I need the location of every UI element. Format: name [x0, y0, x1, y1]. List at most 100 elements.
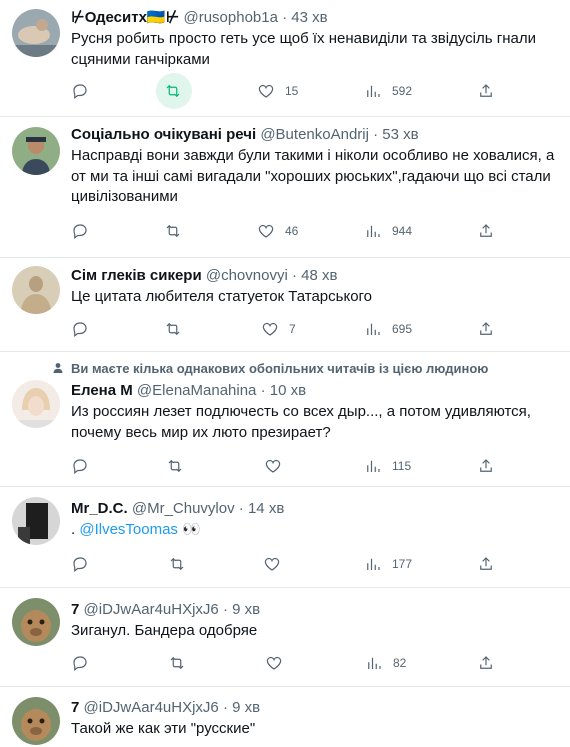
user-handle[interactable]: @iDJwAar4uHXjxJ6: [84, 601, 219, 618]
views-button[interactable]: 944: [364, 221, 412, 241]
user-handle[interactable]: @rusophob1a: [183, 9, 277, 26]
views-button[interactable]: 592: [364, 81, 412, 101]
tweet-feed: ⊬Одеситх🇺🇦⊬ @rusophob1a · 43 хв Русня ро…: [0, 0, 570, 747]
user-handle[interactable]: @Mr_Chuvylov: [132, 500, 235, 517]
tweet-text: . @IlvesToomas 👀: [71, 520, 560, 541]
heart-icon: [264, 557, 280, 571]
views-icon: [367, 85, 380, 97]
social-context-text: Ви маєте кілька однакових обопільних чит…: [71, 361, 489, 376]
view-count: 177: [392, 557, 413, 571]
share-button[interactable]: [477, 554, 495, 574]
display-name[interactable]: Сім глеків сикери: [71, 267, 202, 284]
mention-link[interactable]: @IlvesToomas: [79, 521, 178, 538]
separator-dot: ·: [282, 9, 288, 26]
heart-icon: [262, 322, 278, 336]
person-icon: [53, 363, 63, 373]
timestamp[interactable]: 53 хв: [382, 126, 418, 143]
avatar[interactable]: [12, 497, 60, 545]
user-handle[interactable]: @chovnovyi: [206, 267, 288, 284]
views-button[interactable]: 115: [364, 456, 411, 476]
reply-button[interactable]: [71, 554, 89, 574]
tweet[interactable]: Соціально очікувані речі @ButenkoAndrij …: [0, 117, 570, 258]
tweet-text: Такой же как эти "русские": [71, 720, 256, 737]
timestamp[interactable]: 10 хв: [270, 382, 306, 399]
tweet-text: Из россиян лезет подлючесть со всех дыр.…: [71, 403, 531, 441]
separator-dot: ·: [291, 267, 297, 284]
views-icon: [368, 657, 381, 669]
share-icon: [480, 557, 492, 570]
tweet-header: Елена М @ElenaManahina · 10 хв: [71, 381, 560, 401]
timestamp[interactable]: 9 хв: [232, 699, 260, 716]
reply-button[interactable]: [71, 81, 89, 101]
timestamp[interactable]: 14 хв: [248, 500, 284, 517]
retweet-button[interactable]: [168, 653, 186, 673]
tweet[interactable]: ⊬Одеситх🇺🇦⊬ @rusophob1a · 43 хв Русня ро…: [0, 0, 570, 117]
avatar[interactable]: [12, 380, 60, 428]
tweet-header: Mr_D.C. @Mr_Chuvylov · 14 хв: [71, 499, 560, 519]
tweet[interactable]: Mr_D.C. @Mr_Chuvylov · 14 хв . @IlvesToo…: [0, 487, 570, 588]
tweet-header: 7 @iDJwAar4uHXjxJ6 · 9 хв: [71, 600, 560, 620]
reply-icon: [73, 224, 87, 239]
timestamp[interactable]: 9 хв: [232, 601, 260, 618]
retweet-icon: [166, 322, 180, 336]
share-button[interactable]: [477, 81, 495, 101]
reply-icon: [73, 557, 87, 572]
user-handle[interactable]: @ElenaManahina: [137, 382, 256, 399]
display-name[interactable]: Елена М: [71, 382, 133, 399]
like-button[interactable]: 7: [261, 319, 296, 339]
timestamp[interactable]: 48 хв: [301, 267, 337, 284]
retweet-button[interactable]: [156, 73, 192, 109]
display-name[interactable]: 7: [71, 699, 79, 716]
share-icon: [480, 459, 492, 472]
share-button[interactable]: [477, 221, 495, 241]
display-name[interactable]: Соціально очікувані речі: [71, 126, 256, 143]
user-handle[interactable]: @ButenkoAndrij: [260, 126, 369, 143]
eyes-emoji: 👀: [177, 521, 201, 538]
reply-button[interactable]: [71, 319, 89, 339]
tweet[interactable]: 7 @iDJwAar4uHXjxJ6 · 9 хв Зиганул. Банде…: [0, 588, 570, 687]
separator-dot: ·: [260, 382, 266, 399]
retweet-button[interactable]: [166, 456, 184, 476]
like-button[interactable]: [265, 653, 283, 673]
retweet-button[interactable]: [164, 221, 182, 241]
timestamp[interactable]: 43 хв: [291, 9, 327, 26]
display-name[interactable]: Mr_D.C.: [71, 500, 128, 517]
share-icon: [480, 322, 492, 335]
reply-button[interactable]: [71, 221, 89, 241]
views-button[interactable]: 177: [364, 554, 412, 574]
avatar[interactable]: [12, 697, 60, 745]
like-button[interactable]: [263, 554, 281, 574]
avatar[interactable]: [12, 127, 60, 175]
like-button[interactable]: 15: [257, 81, 298, 101]
tweet[interactable]: 7 @iDJwAar4uHXjxJ6 · 9 хв Такой же как э…: [0, 687, 570, 747]
reply-icon: [73, 84, 87, 99]
retweet-button[interactable]: [164, 319, 182, 339]
view-count: 944: [392, 224, 413, 238]
avatar[interactable]: [12, 9, 60, 57]
share-button[interactable]: [477, 456, 495, 476]
avatar[interactable]: [12, 598, 60, 646]
tweet[interactable]: Ви маєте кілька однакових обопільних чит…: [0, 352, 570, 487]
separator-dot: ·: [222, 601, 228, 618]
view-count: 592: [392, 84, 413, 98]
reply-icon: [73, 322, 87, 337]
views-icon: [367, 323, 380, 335]
user-handle[interactable]: @iDJwAar4uHXjxJ6: [84, 699, 219, 716]
like-button[interactable]: [264, 456, 282, 476]
like-button[interactable]: 46: [257, 221, 298, 241]
avatar[interactable]: [12, 266, 60, 314]
share-button[interactable]: [477, 653, 495, 673]
display-name[interactable]: ⊬Одеситх🇺🇦⊬: [71, 9, 179, 26]
views-button[interactable]: 695: [364, 319, 412, 339]
heart-icon: [266, 656, 282, 670]
reply-button[interactable]: [71, 456, 89, 476]
reply-button[interactable]: [71, 653, 89, 673]
tweet[interactable]: Сім глеків сикери @chovnovyi · 48 хв Це …: [0, 258, 570, 352]
tweet-text: Це цитата любителя статуеток Татарського: [71, 288, 373, 305]
retweet-button[interactable]: [168, 554, 186, 574]
share-button[interactable]: [477, 319, 495, 339]
views-button[interactable]: 82: [365, 653, 406, 673]
display-name[interactable]: 7: [71, 601, 79, 618]
heart-icon: [265, 459, 281, 473]
tweet-header: 7 @iDJwAar4uHXjxJ6 · 9 хв: [71, 698, 560, 718]
